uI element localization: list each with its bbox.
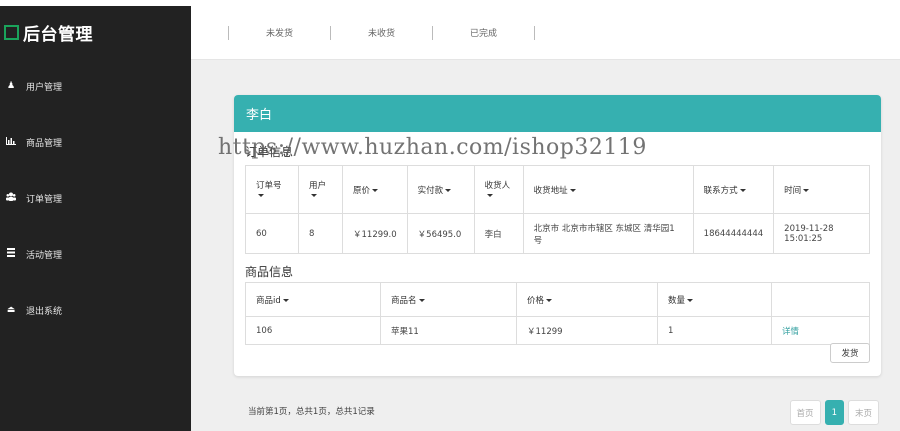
sort-caret-icon: [803, 188, 810, 192]
tab-divider: [534, 25, 535, 40]
address-cell: 北京市 北京市市辖区 东城区 清华园1号: [522, 213, 694, 254]
sidebar-item-label: 用户管理: [26, 82, 63, 93]
sort-caret-icon: [258, 193, 264, 197]
sidebar-item-logout[interactable]: ⏏ 退出系统: [0, 282, 191, 338]
sidebar-item-goods[interactable]: 商品管理: [0, 114, 191, 170]
page-1-button[interactable]: 1: [824, 400, 844, 425]
user-cell: 8: [298, 213, 343, 254]
sort-caret-icon: [486, 193, 493, 197]
first-page-button[interactable]: 首页: [789, 400, 821, 425]
goods-table: 商品id 商品名 价格 数量 106 苹果11 ￥11299 1 详情: [245, 282, 870, 345]
goods-price-cell: ￥11299: [516, 316, 658, 345]
goods-name-cell: 苹果11: [380, 316, 517, 345]
column-header[interactable]: 用户: [298, 165, 343, 214]
receiver-cell: 李白: [473, 213, 524, 254]
sort-caret-icon: [546, 298, 553, 302]
brand-logo-icon: [4, 24, 19, 40]
sort-caret-icon: [569, 188, 576, 192]
tab-unreceived[interactable]: 未收货: [331, 26, 432, 39]
column-header[interactable]: 收货人: [473, 165, 524, 214]
column-header[interactable]: 价格: [516, 282, 658, 317]
column-header[interactable]: 订单号: [245, 165, 299, 214]
sidebar-item-users[interactable]: ♟ 用户管理: [0, 58, 191, 114]
order-id-cell: 60: [245, 213, 299, 254]
panel-body: 订单信息 订单号 用户 原价 实付款 收货人 收货地址 联系方式 时间 60 8…: [234, 132, 881, 345]
goods-section-title: 商品信息: [245, 265, 294, 279]
ship-button[interactable]: 发货: [830, 343, 870, 363]
column-header[interactable]: 原价: [342, 165, 408, 214]
brand-title: 后台管理: [23, 24, 93, 45]
table-header-row: 订单号 用户 原价 实付款 收货人 收货地址 联系方式 时间: [245, 165, 870, 214]
details-link[interactable]: 详情: [771, 316, 870, 345]
order-table: 订单号 用户 原价 实付款 收货人 收货地址 联系方式 时间 60 8 ￥112…: [245, 165, 870, 254]
eject-icon: ⏏: [6, 305, 16, 315]
panel-header: 李白: [234, 95, 881, 132]
original-price-cell: ￥11299.0: [342, 213, 408, 254]
tab-unshipped[interactable]: 未发货: [229, 26, 330, 39]
goods-quantity-cell: 1: [657, 316, 772, 345]
bar-chart-icon: [6, 136, 16, 148]
sidebar-item-label: 商品管理: [26, 138, 63, 149]
column-header[interactable]: 时间: [773, 165, 870, 214]
list-icon: [6, 248, 16, 260]
table-header-row: 商品id 商品名 价格 数量: [245, 282, 870, 317]
sidebar-item-activities[interactable]: 活动管理: [0, 226, 191, 282]
column-header[interactable]: 实付款: [406, 165, 475, 214]
group-icon: [6, 192, 16, 204]
sort-caret-icon: [311, 193, 317, 197]
brand: 后台管理: [0, 6, 191, 58]
sidebar-item-label: 活动管理: [26, 250, 63, 261]
sidebar-item-orders[interactable]: 订单管理: [0, 170, 191, 226]
pagination: 首页 1 末页: [789, 400, 879, 425]
pagination-info: 当前第1页，总共1页，总共1记录: [248, 407, 375, 417]
sort-caret-icon: [687, 298, 694, 302]
column-header[interactable]: 数量: [657, 282, 772, 317]
status-tabs: 未发货 未收货 已完成: [191, 6, 900, 60]
order-section-title: 订单信息: [245, 145, 294, 159]
sort-caret-icon: [282, 298, 289, 302]
column-header: [771, 282, 870, 317]
table-row: 106 苹果11 ￥11299 1 详情: [245, 316, 870, 345]
sort-caret-icon: [445, 188, 452, 192]
user-icon: ♟: [6, 81, 16, 91]
sidebar-item-label: 订单管理: [26, 194, 63, 205]
time-cell: 2019-11-28 15:01:25: [773, 213, 870, 254]
table-row: 60 8 ￥11299.0 ￥56495.0 李白 北京市 北京市市辖区 东城区…: [245, 213, 870, 254]
sidebar-item-label: 退出系统: [26, 306, 63, 317]
column-header[interactable]: 商品名: [380, 282, 517, 317]
goods-id-cell: 106: [245, 316, 381, 345]
sort-caret-icon: [418, 298, 425, 302]
paid-amount-cell: ￥56495.0: [406, 213, 475, 254]
phone-cell: 18644444444: [692, 213, 775, 254]
sort-caret-icon: [372, 188, 379, 192]
last-page-button[interactable]: 末页: [847, 400, 879, 425]
column-header[interactable]: 联系方式: [692, 165, 775, 214]
column-header[interactable]: 收货地址: [522, 165, 694, 214]
sidebar: 后台管理 ♟ 用户管理 商品管理 订单管理 活动管理 ⏏ 退出系统: [0, 6, 191, 431]
tab-completed[interactable]: 已完成: [433, 26, 534, 39]
column-header[interactable]: 商品id: [245, 282, 381, 317]
order-detail-panel: 李白 订单信息 订单号 用户 原价 实付款 收货人 收货地址 联系方式 时间 6…: [234, 95, 881, 376]
sort-caret-icon: [739, 188, 746, 192]
